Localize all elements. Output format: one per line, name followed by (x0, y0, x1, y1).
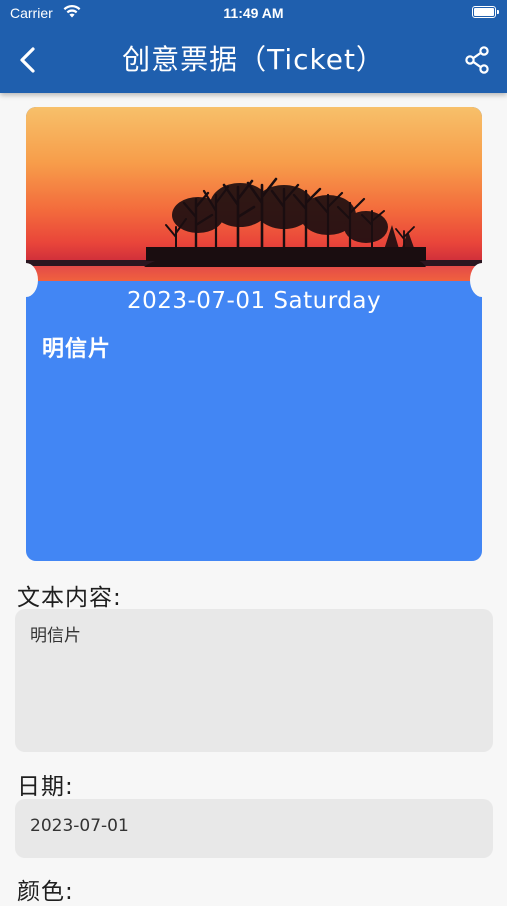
ticket-image (26, 107, 482, 281)
status-bar: Carrier 11:49 AM (0, 0, 507, 28)
color-label: 颜色: (17, 879, 74, 905)
text-content-input[interactable]: 明信片 (15, 609, 493, 752)
date-value: 2023-07-01 (30, 816, 129, 836)
date-label: 日期: (17, 774, 74, 800)
battery-icon (472, 6, 499, 18)
page-title: 创意票据（Ticket） (122, 43, 385, 76)
share-button[interactable] (462, 44, 494, 76)
ticket-text: 明信片 (42, 337, 112, 362)
share-icon (465, 46, 489, 74)
back-button[interactable] (12, 40, 46, 80)
status-time: 11:49 AM (223, 5, 284, 21)
ticket-date: 2023-07-01 Saturday (126, 288, 382, 314)
text-content-value: 明信片 (30, 626, 81, 646)
chevron-left-icon (20, 47, 35, 73)
text-content-label: 文本内容: (17, 585, 122, 611)
date-input[interactable]: 2023-07-01 (15, 799, 493, 858)
app-bar: Carrier 11:49 AM 创意票据（Ticket） (0, 0, 507, 93)
